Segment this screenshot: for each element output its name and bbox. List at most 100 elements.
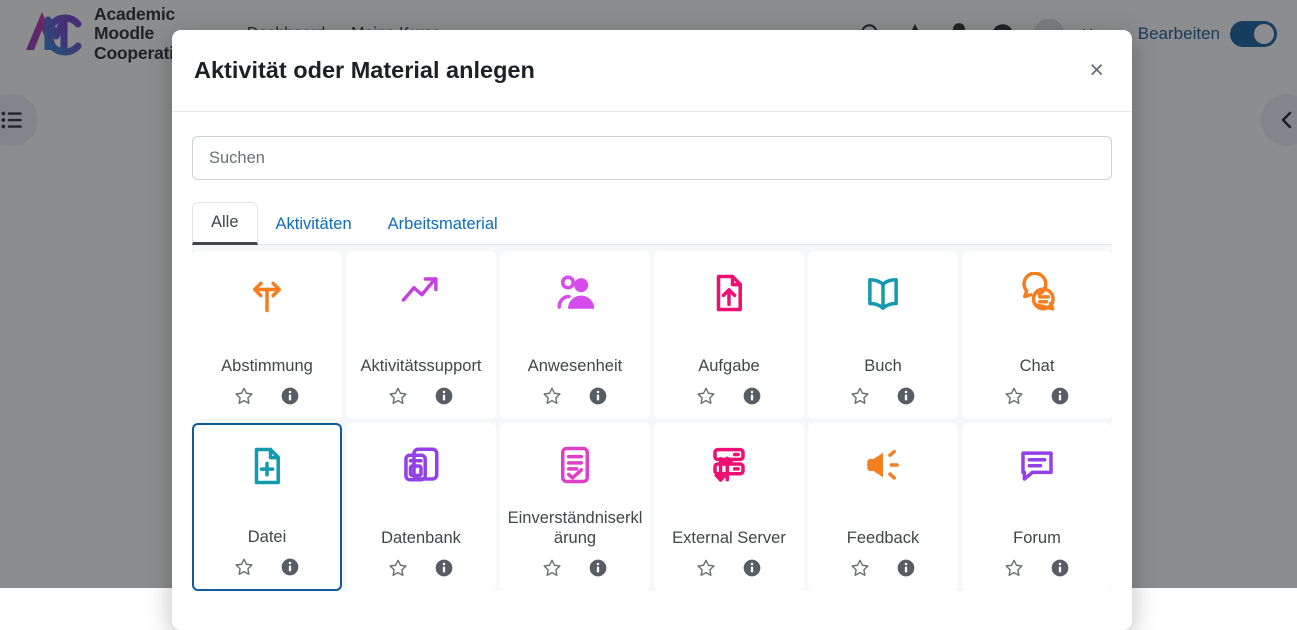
favourite-star-button[interactable] xyxy=(696,386,716,406)
chooser-card-actions xyxy=(542,386,608,406)
star-outline-icon xyxy=(234,386,254,406)
star-outline-icon xyxy=(696,558,716,578)
chooser-card-aktivit-tssupport[interactable]: Aktivitätssupport xyxy=(346,251,496,419)
favourite-star-button[interactable] xyxy=(1004,558,1024,578)
chooser-card-icon xyxy=(554,442,596,488)
chooser-card-chat[interactable]: Chat xyxy=(962,251,1112,419)
info-button[interactable] xyxy=(1050,558,1070,578)
info-button[interactable] xyxy=(742,386,762,406)
chooser-card-actions xyxy=(234,386,300,406)
chooser-card-external-server[interactable]: External Server xyxy=(654,423,804,591)
chooser-card-icon xyxy=(1016,270,1058,316)
file-plus-icon xyxy=(246,445,288,487)
info-circle-icon xyxy=(280,386,300,406)
chooser-card-icon xyxy=(708,270,750,316)
favourite-star-button[interactable] xyxy=(388,386,408,406)
info-button[interactable] xyxy=(896,386,916,406)
chooser-card-datenbank[interactable]: Datenbank xyxy=(346,423,496,591)
info-circle-icon xyxy=(896,558,916,578)
favourite-star-button[interactable] xyxy=(234,386,254,406)
chooser-card-abstimmung[interactable]: Abstimmung xyxy=(192,251,342,419)
chooser-card-actions xyxy=(850,386,916,406)
info-button[interactable] xyxy=(1050,386,1070,406)
info-button[interactable] xyxy=(588,386,608,406)
info-circle-icon xyxy=(280,557,300,577)
tab-aktivitaeten[interactable]: Aktivitäten xyxy=(258,205,370,244)
chooser-card-actions xyxy=(234,557,300,577)
info-button[interactable] xyxy=(896,558,916,578)
star-outline-icon xyxy=(1004,386,1024,406)
tab-arbeitsmaterial[interactable]: Arbeitsmaterial xyxy=(370,205,516,244)
star-outline-icon xyxy=(696,386,716,406)
megaphone-icon xyxy=(862,444,904,486)
info-button[interactable] xyxy=(588,558,608,578)
upload-document-icon xyxy=(708,272,750,314)
info-button[interactable] xyxy=(280,557,300,577)
star-outline-icon xyxy=(542,558,562,578)
modal-title: Aktivität oder Material anlegen xyxy=(194,57,535,84)
search-input[interactable] xyxy=(192,136,1112,180)
speech-bubbles-icon xyxy=(1016,272,1058,314)
people-group-icon xyxy=(554,272,596,314)
chooser-card-actions xyxy=(1004,386,1070,406)
favourite-star-button[interactable] xyxy=(542,386,562,406)
tab-alle[interactable]: Alle xyxy=(192,202,258,245)
chooser-card-icon xyxy=(246,443,288,489)
chooser-card-anwesenheit[interactable]: Anwesenheit xyxy=(500,251,650,419)
modal-body: Alle Aktivitäten Arbeitsmaterial Abstimm… xyxy=(172,112,1132,630)
chooser-card-icon xyxy=(1016,442,1058,488)
star-outline-icon xyxy=(1004,558,1024,578)
chooser-card-aufgabe[interactable]: Aufgabe xyxy=(654,251,804,419)
chooser-card-buch[interactable]: Buch xyxy=(808,251,958,419)
open-book-icon xyxy=(862,272,904,314)
chooser-card-forum[interactable]: Forum xyxy=(962,423,1112,591)
favourite-star-button[interactable] xyxy=(696,558,716,578)
favourite-star-button[interactable] xyxy=(850,386,870,406)
chooser-card-icon xyxy=(400,442,442,488)
chooser-card-actions xyxy=(696,558,762,578)
info-button[interactable] xyxy=(742,558,762,578)
chooser-card-icon xyxy=(554,270,596,316)
info-circle-icon xyxy=(1050,558,1070,578)
chooser-card-label: Forum xyxy=(1007,529,1067,548)
info-circle-icon xyxy=(742,386,762,406)
modal-header: Aktivität oder Material anlegen × xyxy=(172,30,1132,112)
info-circle-icon xyxy=(434,558,454,578)
chooser-card-label: Aufgabe xyxy=(692,357,765,376)
chooser-card-actions xyxy=(1004,558,1070,578)
chooser-card-label: Chat xyxy=(1014,357,1061,376)
activity-chooser-grid: AbstimmungAktivitätssupport Anwesenheit Au… xyxy=(192,245,1112,591)
chooser-card-feedback[interactable]: Feedback xyxy=(808,423,958,591)
chooser-card-label: Datenbank xyxy=(375,529,467,548)
chooser-card-label: Einverständniserklärung xyxy=(501,509,649,548)
info-button[interactable] xyxy=(434,386,454,406)
fork-arrows-icon xyxy=(246,272,288,314)
info-circle-icon xyxy=(434,386,454,406)
chooser-card-einverst-ndniserkl-rung[interactable]: Einverständniserklärung xyxy=(500,423,650,591)
info-circle-icon xyxy=(588,558,608,578)
chooser-card-actions xyxy=(388,386,454,406)
chooser-card-icon xyxy=(400,270,442,316)
info-button[interactable] xyxy=(434,558,454,578)
info-circle-icon xyxy=(896,386,916,406)
chooser-card-icon xyxy=(862,270,904,316)
chooser-card-label: Datei xyxy=(242,528,293,547)
chooser-card-datei[interactable]: Datei xyxy=(192,423,342,591)
info-circle-icon xyxy=(742,558,762,578)
star-outline-icon xyxy=(388,558,408,578)
favourite-star-button[interactable] xyxy=(850,558,870,578)
info-button[interactable] xyxy=(280,386,300,406)
favourite-star-button[interactable] xyxy=(542,558,562,578)
chooser-card-actions xyxy=(850,558,916,578)
chooser-card-icon xyxy=(862,442,904,488)
favourite-star-button[interactable] xyxy=(234,557,254,577)
chooser-card-label: Anwesenheit xyxy=(522,357,628,376)
close-icon[interactable]: × xyxy=(1089,58,1104,83)
favourite-star-button[interactable] xyxy=(388,558,408,578)
info-circle-icon xyxy=(1050,386,1070,406)
chooser-card-label: Buch xyxy=(858,357,908,376)
checklist-doc-icon xyxy=(554,444,596,486)
chooser-card-label: Feedback xyxy=(841,529,925,548)
favourite-star-button[interactable] xyxy=(1004,386,1024,406)
chooser-tabs: Alle Aktivitäten Arbeitsmaterial xyxy=(192,202,1112,245)
